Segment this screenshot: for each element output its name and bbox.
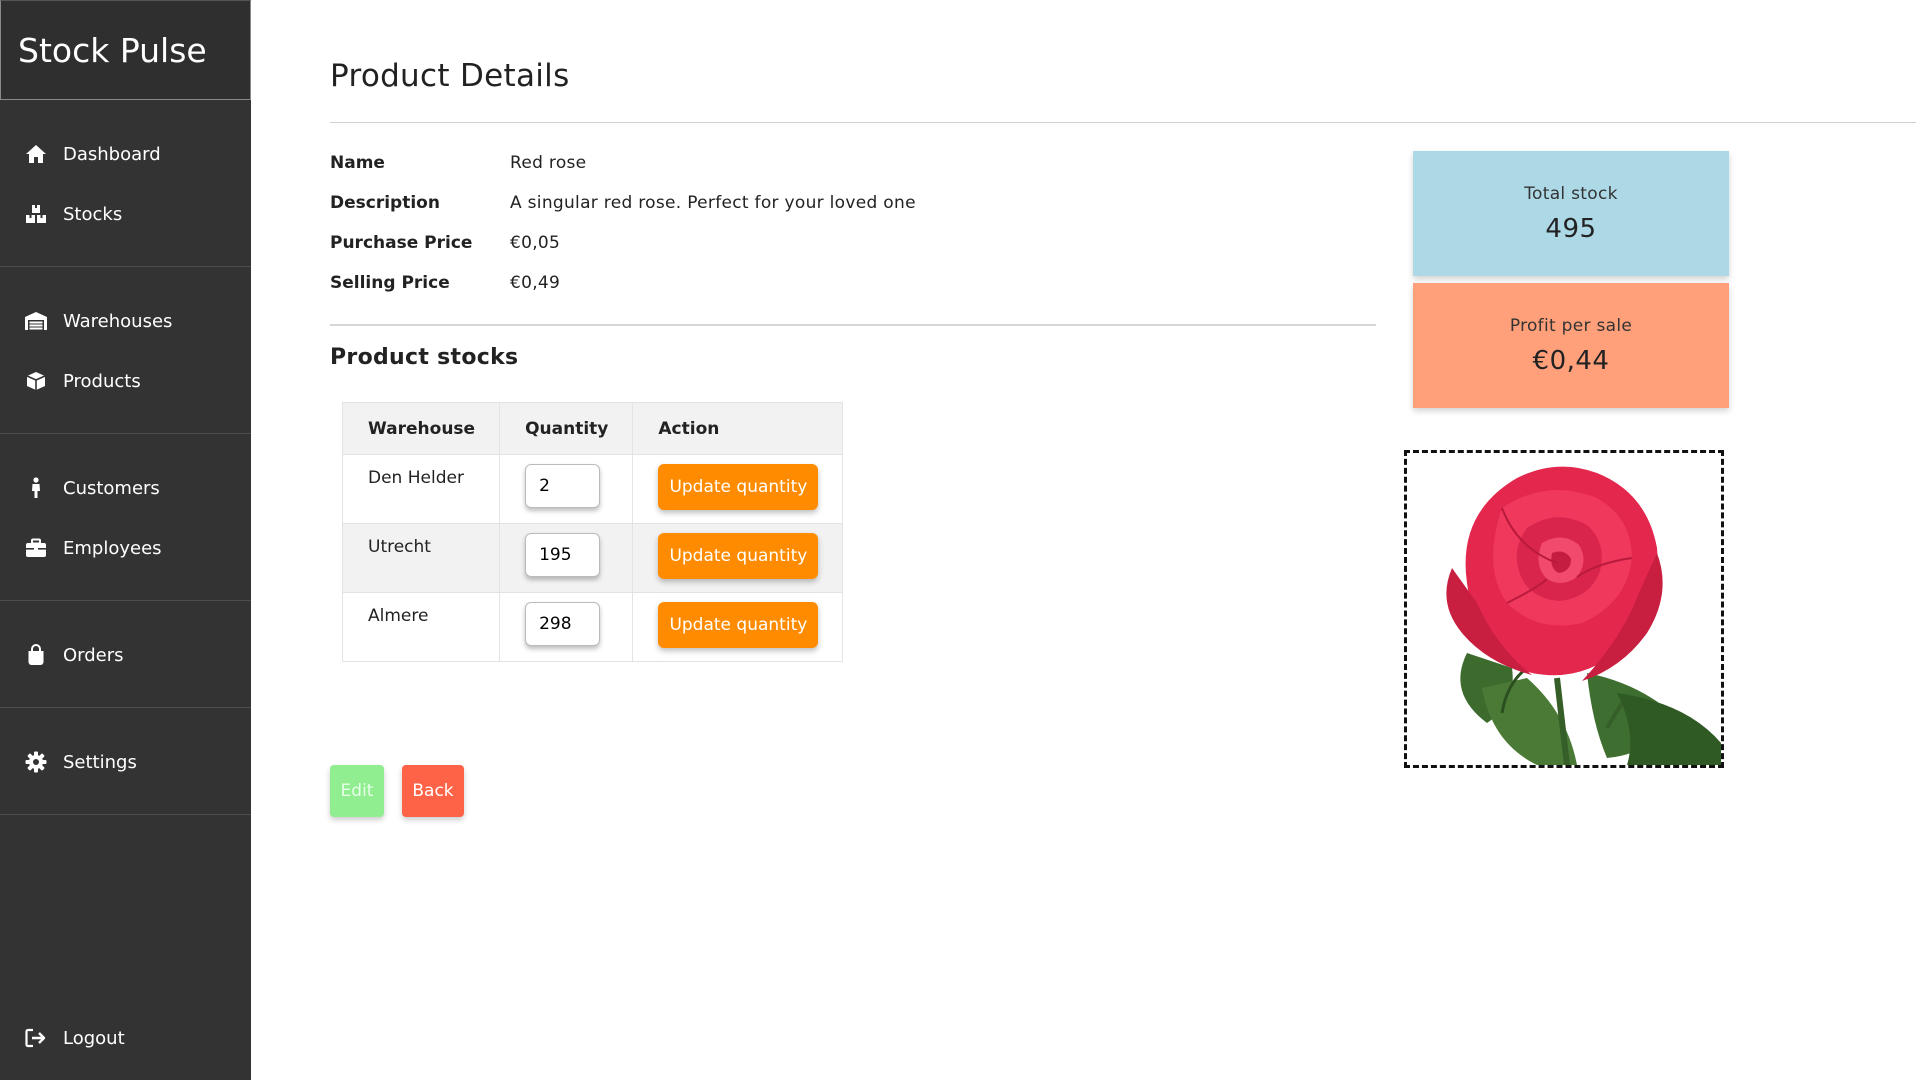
product-image [1404, 450, 1724, 768]
action-cell: Update quantity [632, 592, 844, 662]
warehouse-cell: Den Helder [341, 454, 501, 524]
nav-group-settings: Settings [0, 708, 251, 815]
shopping-bag-icon [24, 643, 48, 667]
sidebar-item-warehouses[interactable]: Warehouses [0, 291, 251, 351]
detail-row-selling-price: Selling Price €0,49 [330, 263, 1090, 303]
section-title: Product stocks [330, 345, 519, 370]
sidebar-item-label: Dashboard [63, 143, 161, 165]
page-title: Product Details [330, 58, 570, 94]
nav-group-orders: Orders [0, 601, 251, 708]
sidebar-item-label: Stocks [63, 203, 123, 225]
sidebar-item-label: Customers [63, 477, 160, 499]
warehouse-cell: Utrecht [341, 523, 501, 593]
update-quantity-button[interactable]: Update quantity [658, 464, 819, 510]
sidebar: Stock Pulse Dashboard Stocks Warehouses [0, 0, 251, 1080]
sidebar-item-products[interactable]: Products [0, 351, 251, 411]
briefcase-icon [24, 536, 48, 560]
sidebar-item-label: Products [63, 370, 141, 392]
quantity-input[interactable] [525, 464, 601, 508]
detail-label: Purchase Price [330, 233, 473, 253]
action-cell: Update quantity [632, 454, 844, 524]
table-header-row: Warehouse Quantity Action [341, 402, 844, 455]
total-stock-card: Total stock 495 [1413, 151, 1729, 276]
warehouse-icon [24, 309, 48, 333]
quantity-cell [499, 523, 634, 593]
table-row: Almere Update quantity [341, 592, 844, 662]
quantity-input[interactable] [525, 602, 601, 646]
detail-label: Selling Price [330, 273, 450, 293]
boxes-icon [24, 202, 48, 226]
rose-image [1446, 466, 1721, 765]
detail-value: A singular red rose. Perfect for your lo… [510, 193, 916, 213]
column-header-warehouse: Warehouse [341, 402, 501, 455]
sidebar-item-label: Logout [63, 1027, 125, 1049]
action-cell: Update quantity [632, 523, 844, 593]
detail-value: €0,05 [510, 233, 561, 253]
divider [330, 122, 1916, 123]
person-icon [24, 476, 48, 500]
column-header-action: Action [632, 402, 844, 455]
detail-row-name: Name Red rose [330, 143, 1090, 183]
gear-icon [24, 750, 48, 774]
table-row: Utrecht Update quantity [341, 523, 844, 593]
sidebar-item-customers[interactable]: Customers [0, 458, 251, 518]
app-title: Stock Pulse [0, 0, 251, 100]
detail-row-description: Description A singular red rose. Perfect… [330, 183, 1090, 223]
divider [330, 324, 1376, 326]
stocks-table: Warehouse Quantity Action Den Helder Upd… [341, 402, 844, 662]
sidebar-item-logout[interactable]: Logout [0, 1008, 251, 1068]
update-quantity-button[interactable]: Update quantity [658, 602, 819, 648]
sidebar-item-label: Employees [63, 537, 162, 559]
update-quantity-button[interactable]: Update quantity [658, 533, 819, 579]
sidebar-item-label: Settings [63, 751, 137, 773]
column-header-quantity: Quantity [499, 402, 634, 455]
sidebar-item-label: Warehouses [63, 310, 173, 332]
detail-value: €0,49 [510, 273, 561, 293]
total-stock-value: 495 [1545, 213, 1597, 244]
profit-per-sale-value: €0,44 [1532, 345, 1610, 376]
sidebar-item-stocks[interactable]: Stocks [0, 184, 251, 244]
quantity-cell [499, 592, 634, 662]
detail-label: Description [330, 193, 440, 213]
nav-group-inventory: Warehouses Products [0, 267, 251, 434]
profit-per-sale-label: Profit per sale [1509, 315, 1633, 336]
nav-group-main: Dashboard Stocks [0, 100, 251, 267]
nav-group-people: Customers Employees [0, 434, 251, 601]
sidebar-item-employees[interactable]: Employees [0, 518, 251, 578]
back-button[interactable]: Back [402, 765, 464, 817]
total-stock-label: Total stock [1524, 183, 1618, 204]
sidebar-item-settings[interactable]: Settings [0, 732, 251, 792]
quantity-cell [499, 454, 634, 524]
quantity-input[interactable] [525, 533, 601, 577]
box-icon [24, 369, 48, 393]
edit-button[interactable]: Edit [330, 765, 384, 817]
sidebar-item-orders[interactable]: Orders [0, 625, 251, 685]
detail-row-purchase-price: Purchase Price €0,05 [330, 223, 1090, 263]
logout-icon [24, 1026, 48, 1050]
detail-label: Name [330, 153, 385, 173]
product-details: Name Red rose Description A singular red… [330, 143, 1090, 303]
sidebar-item-label: Orders [63, 644, 124, 666]
home-icon [24, 142, 48, 166]
profit-per-sale-card: Profit per sale €0,44 [1413, 283, 1729, 408]
sidebar-item-dashboard[interactable]: Dashboard [0, 124, 251, 184]
detail-value: Red rose [510, 153, 587, 173]
table-row: Den Helder Update quantity [341, 454, 844, 524]
warehouse-cell: Almere [341, 592, 501, 662]
